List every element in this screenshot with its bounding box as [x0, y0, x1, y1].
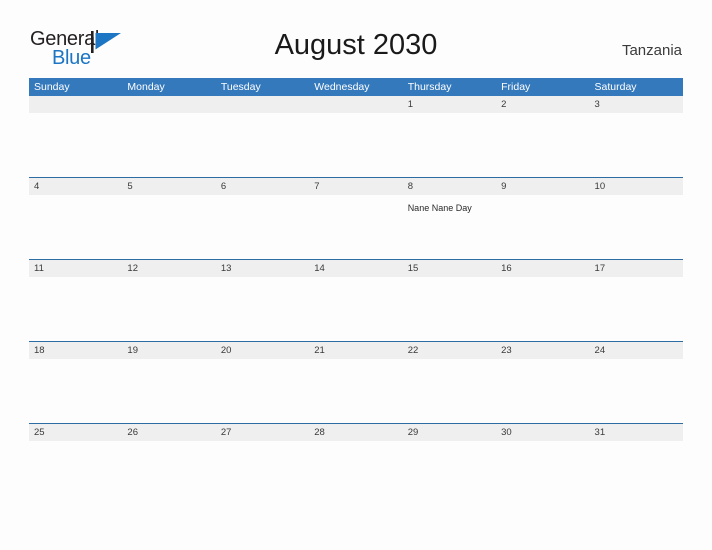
- day-cell[interactable]: [590, 277, 683, 341]
- day-number[interactable]: [29, 96, 122, 113]
- day-number[interactable]: 2: [496, 96, 589, 113]
- day-number[interactable]: 15: [403, 260, 496, 277]
- week-event-row: [29, 359, 683, 423]
- day-number[interactable]: 31: [590, 424, 683, 441]
- day-number[interactable]: 20: [216, 342, 309, 359]
- week-event-row: [29, 277, 683, 341]
- day-cell[interactable]: [122, 113, 215, 177]
- day-cell[interactable]: [29, 113, 122, 177]
- week-date-band: 18 19 20 21 22 23 24: [29, 341, 683, 359]
- day-number[interactable]: 23: [496, 342, 589, 359]
- day-cell[interactable]: [496, 113, 589, 177]
- day-cell[interactable]: [403, 359, 496, 423]
- day-cell[interactable]: [309, 195, 402, 259]
- calendar-week-row: 11 12 13 14 15 16 17: [29, 259, 683, 341]
- day-number[interactable]: 18: [29, 342, 122, 359]
- day-cell[interactable]: [122, 359, 215, 423]
- weekday-wednesday: Wednesday: [314, 81, 370, 93]
- day-number[interactable]: 10: [590, 178, 683, 195]
- day-cell[interactable]: [496, 441, 589, 505]
- weekday-header-row: Sunday Monday Tuesday Wednesday Thursday…: [29, 78, 683, 96]
- day-cell[interactable]: [216, 277, 309, 341]
- weekday-friday: Friday: [501, 81, 531, 93]
- day-cell[interactable]: [29, 277, 122, 341]
- day-number[interactable]: 3: [590, 96, 683, 113]
- weekday-tuesday: Tuesday: [220, 81, 261, 93]
- calendar-page: General Blue August 2030 Tanzania Sunday…: [0, 0, 712, 550]
- day-number[interactable]: 25: [29, 424, 122, 441]
- page-title: August 2030: [274, 29, 438, 61]
- day-number[interactable]: 11: [29, 260, 122, 277]
- day-cell[interactable]: [216, 195, 309, 259]
- day-cell[interactable]: [496, 359, 589, 423]
- day-number[interactable]: 27: [216, 424, 309, 441]
- day-cell[interactable]: [216, 113, 309, 177]
- day-number[interactable]: 24: [590, 342, 683, 359]
- week-date-band: 11 12 13 14 15 16 17: [29, 259, 683, 277]
- day-cell[interactable]: [216, 359, 309, 423]
- weekday-saturday: Saturday: [594, 81, 637, 93]
- day-number[interactable]: 7: [309, 178, 402, 195]
- event-label: Nane Nane Day: [407, 203, 472, 213]
- day-cell[interactable]: [122, 195, 215, 259]
- calendar-week-row: 4 5 6 7 8 9 10 Nane Nane Day: [29, 177, 683, 259]
- day-number[interactable]: [122, 96, 215, 113]
- day-cell[interactable]: [590, 359, 683, 423]
- day-number[interactable]: 12: [122, 260, 215, 277]
- calendar-week-row: 18 19 20 21 22 23 24: [29, 341, 683, 423]
- day-number[interactable]: 6: [216, 178, 309, 195]
- week-date-band: 1 2 3: [29, 96, 683, 113]
- day-number[interactable]: [309, 96, 402, 113]
- day-number[interactable]: 30: [496, 424, 589, 441]
- country-label: Tanzania: [621, 42, 682, 59]
- day-cell[interactable]: [29, 441, 122, 505]
- day-cell[interactable]: [309, 359, 402, 423]
- week-date-band: 25 26 27 28 29 30 31: [29, 423, 683, 441]
- weekday-sunday: Sunday: [34, 81, 70, 93]
- day-number[interactable]: 17: [590, 260, 683, 277]
- weekday-thursday: Thursday: [407, 81, 452, 93]
- day-number[interactable]: 28: [309, 424, 402, 441]
- day-number[interactable]: 5: [122, 178, 215, 195]
- day-cell[interactable]: [216, 441, 309, 505]
- day-cell[interactable]: [590, 113, 683, 177]
- day-cell[interactable]: [496, 277, 589, 341]
- day-number[interactable]: 16: [496, 260, 589, 277]
- day-cell[interactable]: [29, 195, 122, 259]
- day-number[interactable]: 9: [496, 178, 589, 195]
- day-cell[interactable]: [590, 195, 683, 259]
- day-number[interactable]: [216, 96, 309, 113]
- week-event-row: [29, 441, 683, 505]
- day-cell[interactable]: [590, 441, 683, 505]
- week-event-row: [29, 113, 683, 177]
- day-number[interactable]: 19: [122, 342, 215, 359]
- day-cell[interactable]: [309, 113, 402, 177]
- day-number[interactable]: 21: [309, 342, 402, 359]
- calendar-week-row: 1 2 3: [29, 96, 683, 177]
- day-cell[interactable]: [309, 277, 402, 341]
- day-cell[interactable]: [122, 277, 215, 341]
- day-cell[interactable]: [403, 113, 496, 177]
- day-cell[interactable]: [309, 441, 402, 505]
- day-number[interactable]: 22: [403, 342, 496, 359]
- page-header: General Blue August 2030 Tanzania: [0, 0, 712, 78]
- day-number[interactable]: 8: [403, 178, 496, 195]
- day-number[interactable]: 1: [403, 96, 496, 113]
- day-cell[interactable]: [122, 441, 215, 505]
- day-cell[interactable]: [403, 441, 496, 505]
- day-cell[interactable]: [496, 195, 589, 259]
- day-cell[interactable]: [403, 277, 496, 341]
- week-event-row: Nane Nane Day: [29, 195, 683, 259]
- calendar-grid: Sunday Monday Tuesday Wednesday Thursday…: [29, 78, 683, 505]
- day-number[interactable]: 26: [122, 424, 215, 441]
- day-number[interactable]: 14: [309, 260, 402, 277]
- week-date-band: 4 5 6 7 8 9 10: [29, 177, 683, 195]
- day-number[interactable]: 29: [403, 424, 496, 441]
- day-cell[interactable]: [29, 359, 122, 423]
- day-number[interactable]: 4: [29, 178, 122, 195]
- weekday-monday: Monday: [127, 81, 165, 93]
- day-cell[interactable]: Nane Nane Day: [403, 195, 496, 259]
- day-number[interactable]: 13: [216, 260, 309, 277]
- calendar-week-row: 25 26 27 28 29 30 31: [29, 423, 683, 505]
